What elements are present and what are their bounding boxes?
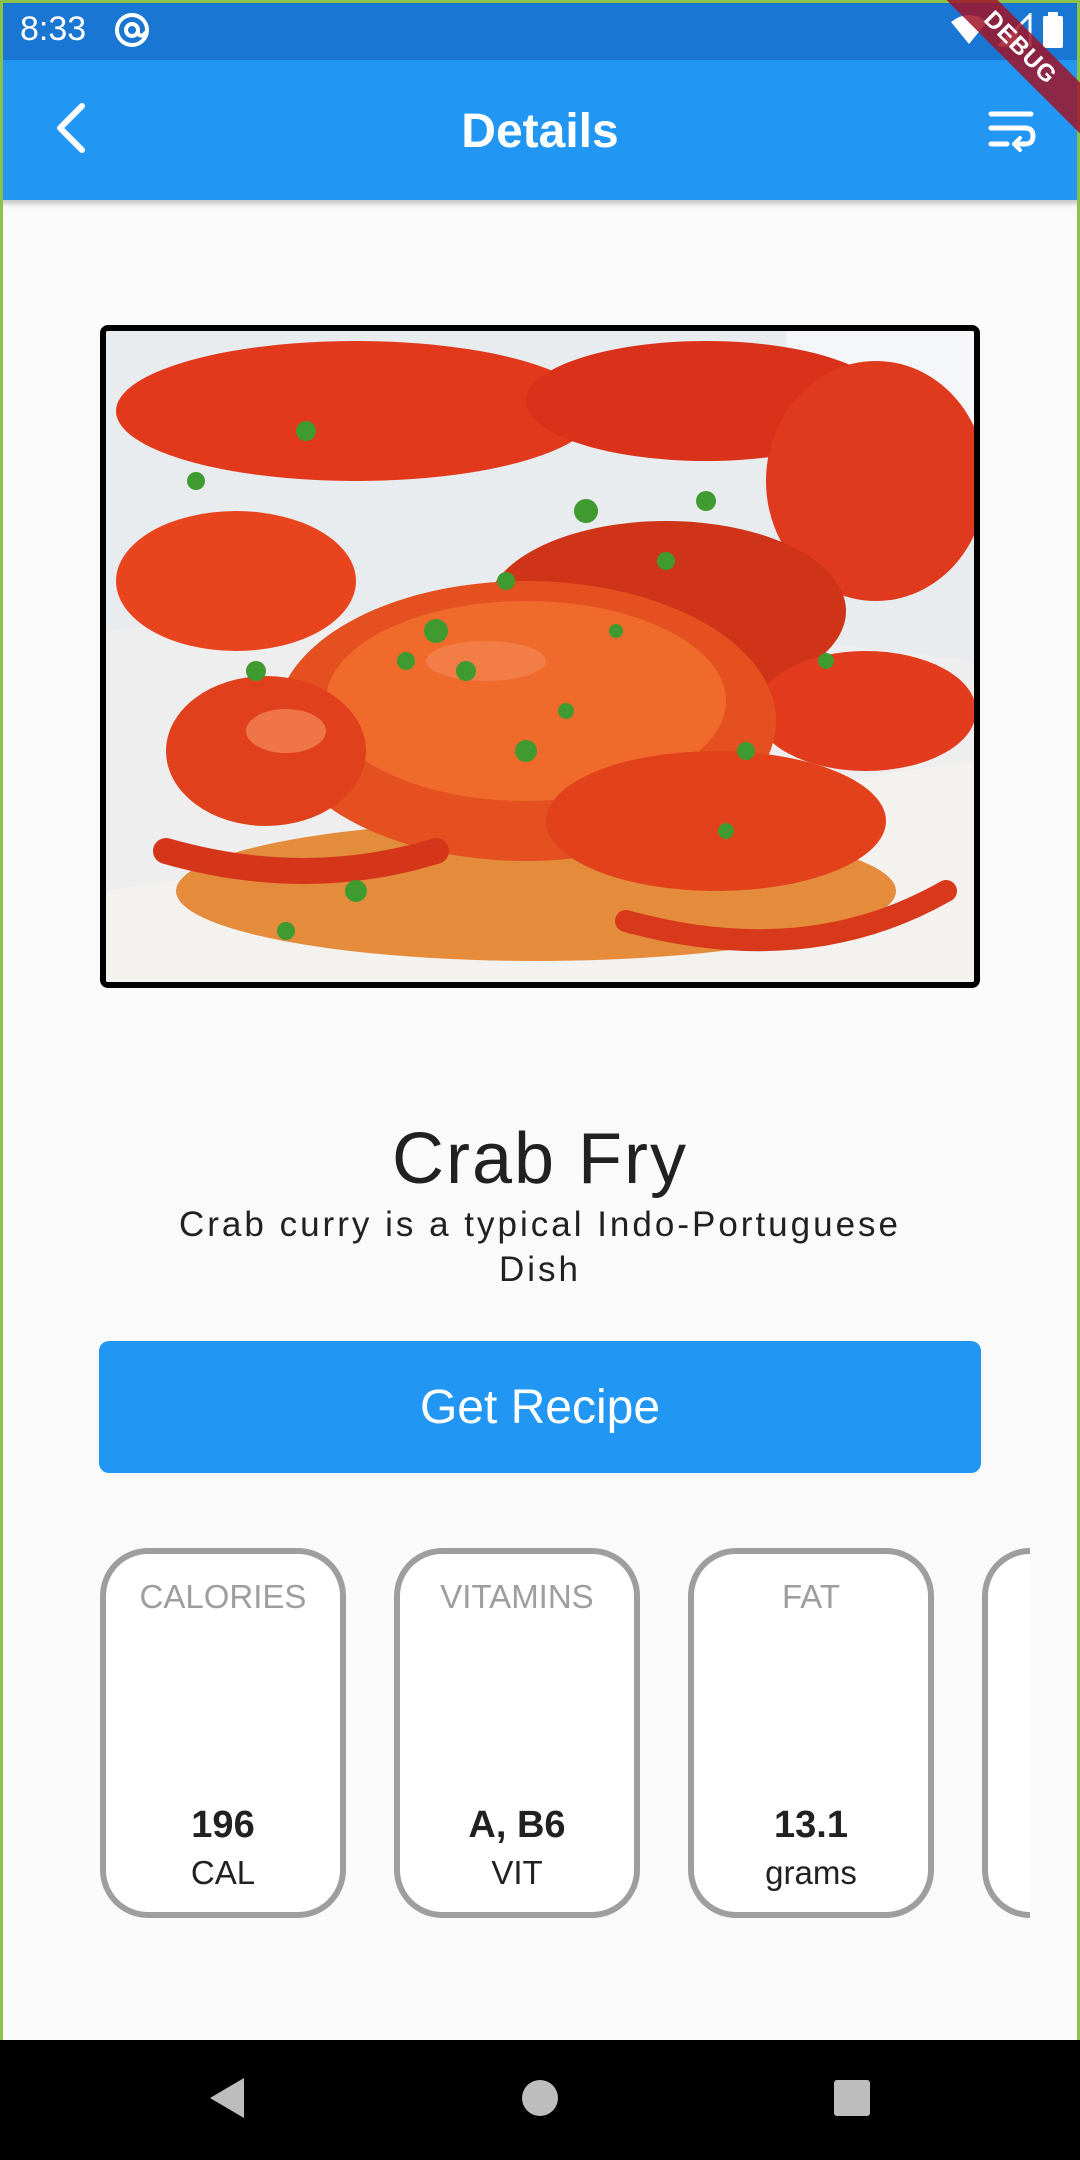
dish-image xyxy=(100,325,980,988)
status-bar: 8:33 xyxy=(0,0,1080,60)
dish-subtitle: Crab curry is a typical Indo-Portuguese … xyxy=(179,1205,901,1289)
system-nav-bar xyxy=(0,2040,1080,2160)
wrap-text-button[interactable] xyxy=(980,100,1044,164)
card-unit: CAL xyxy=(190,1854,256,1891)
square-recents-icon xyxy=(833,2079,871,2122)
card-value: A, B6 xyxy=(468,1804,566,1846)
card-unit: grams xyxy=(765,1854,857,1891)
crab-fry-photo xyxy=(106,331,974,982)
nutrient-card-partial xyxy=(982,1548,1030,1918)
battery-icon xyxy=(1042,12,1064,48)
page-title: Details xyxy=(461,105,619,158)
card-value: 13.1 xyxy=(774,1804,848,1846)
nutrient-card-vitamins: VITAMINS A, B6 VIT xyxy=(394,1548,640,1918)
nav-home-button[interactable] xyxy=(480,2040,600,2160)
at-sign-icon xyxy=(114,12,150,48)
get-recipe-button[interactable]: Get Recipe xyxy=(99,1341,981,1473)
nav-recents-button[interactable] xyxy=(792,2040,912,2160)
app-bar: Details xyxy=(0,60,1080,200)
card-label: FAT xyxy=(781,1578,841,1615)
circle-home-icon xyxy=(521,2079,559,2122)
nutrient-card-calories: CALORIES 196 CAL xyxy=(100,1548,346,1918)
nutrition-cards[interactable]: CALORIES 196 CAL VITAMINS A, B6 VIT FAT … xyxy=(100,1548,1030,1924)
card-label: VITAMINS xyxy=(440,1578,594,1615)
status-time: 8:33 xyxy=(20,10,87,48)
card-value: 196 xyxy=(191,1804,255,1846)
card-label: CALORIES xyxy=(139,1578,307,1615)
dish-title: Crab Fry xyxy=(391,1119,689,1199)
nutrient-card-fat: FAT 13.1 grams xyxy=(688,1548,934,1918)
text-wrap-icon xyxy=(987,108,1037,157)
nav-back-button[interactable] xyxy=(166,2040,286,2160)
triangle-back-icon xyxy=(206,2076,246,2125)
card-unit: VIT xyxy=(491,1854,543,1891)
